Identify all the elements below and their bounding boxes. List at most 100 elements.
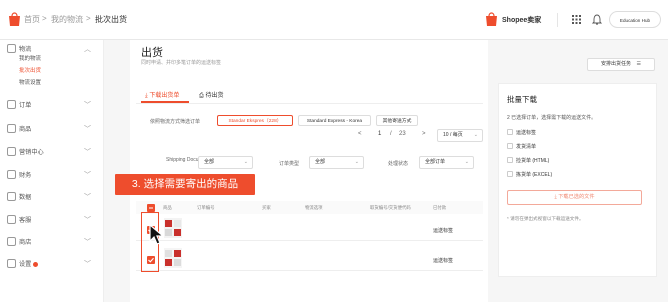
chevron-down-icon: ﹀ — [84, 217, 91, 224]
sidebar-item-label: 物流 — [19, 46, 32, 53]
option-checkbox[interactable] — [507, 129, 513, 135]
select-value: 全部 — [204, 159, 215, 165]
filter-chip-standard-express-korea[interactable]: Standard Express - Korea — [298, 115, 371, 126]
bell-icon[interactable] — [592, 14, 602, 25]
shipping-document-select[interactable]: 全部 ⌄ — [198, 156, 253, 169]
page-subtitle: 同时申请、并印多笔订单的运送标签 — [141, 60, 222, 66]
breadcrumb-separator: > — [42, 14, 47, 23]
sidebar-item-label: 订单 — [19, 102, 32, 109]
sidebar-item-label: 数据 — [19, 194, 32, 201]
chevron-down-icon: ﹀ — [84, 239, 91, 246]
sidebar-item-label: 财务 — [19, 172, 32, 179]
select-value: 全部订单 — [425, 159, 446, 165]
select-value: 全部 — [315, 159, 326, 165]
download-button-label: 下载已选的文件 — [558, 194, 595, 200]
column-header-order-number: 订单编号 — [197, 205, 215, 210]
order-icon — [7, 100, 16, 109]
tab-download-shipping-docs[interactable]: ⤓ 下载出货单 — [145, 90, 179, 100]
service-icon — [7, 215, 16, 224]
option-checkbox[interactable] — [507, 143, 513, 149]
per-page-value: 10 / 每页 — [443, 132, 463, 138]
per-page-select[interactable]: 10 / 每页 ⌄ — [437, 129, 483, 142]
row-divider — [136, 240, 483, 241]
filter-chip-other-methods[interactable]: 其他寄送方式 — [376, 115, 418, 126]
column-header-product: 商品 — [163, 205, 172, 210]
arrange-shipment-task-button[interactable]: 安排出货任务 ☰ — [587, 58, 655, 71]
sidebar-subitem-batch-shipping[interactable]: 批次出货 — [19, 66, 41, 74]
shipping-method-filter-label: 依照物流方式筛选订单 — [150, 119, 201, 125]
current-page: 1 — [378, 131, 382, 137]
sidebar-item-label: 设置 — [19, 259, 39, 268]
option-picklist-excel[interactable]: 拣货单 (EXCEL) — [507, 170, 647, 179]
shopee-bag-icon[interactable] — [8, 12, 21, 27]
chevron-down-icon: ⌄ — [473, 132, 478, 138]
column-header-buyer: 买家 — [262, 205, 271, 210]
sidebar: 物流 ︿ 我的物流 批次出货 物流设置 订单 ﹀ 商品 ﹀ 营销中心 ﹀ 财务 … — [0, 40, 104, 302]
minus-icon — [149, 207, 153, 209]
shipping-label-link[interactable]: 运送标签 — [433, 227, 453, 234]
option-picklist-html[interactable]: 捡货单 (HTML) — [507, 156, 647, 165]
shipping-label-link[interactable]: 运送标签 — [433, 257, 453, 264]
breadcrumb-my-logistics[interactable]: 我的物流 — [51, 14, 83, 25]
cursor-arrow-icon — [149, 223, 165, 245]
tutorial-callout: 3. 选择需要寄出的商品 — [115, 174, 255, 195]
apps-grid-icon[interactable] — [572, 15, 581, 24]
user-account-button[interactable]: Education Hub — [609, 11, 661, 28]
chevron-down-icon: ﹀ — [84, 172, 91, 179]
sidebar-item-orders[interactable]: 订单 ﹀ — [0, 96, 104, 114]
top-bar: 首页 > 我的物流 > 批次出货 Shopee卖家 Education Hub — [0, 0, 668, 40]
divider — [557, 13, 558, 27]
tab-pending-shipment[interactable]: ⎙ 待出货 — [199, 90, 224, 100]
product-thumbnail — [164, 248, 182, 268]
prev-page-button[interactable]: < — [358, 131, 362, 137]
download-icon: ⤓ — [145, 93, 148, 99]
option-shipping-label[interactable]: 运送标签 — [507, 128, 647, 137]
popup-note: * 请勿在弹出式视窗以下载运送文件。 — [507, 216, 584, 221]
sidebar-item-products[interactable]: 商品 ﹀ — [0, 120, 104, 138]
product-icon — [7, 124, 16, 133]
processing-status-filter-label: 处理状态 — [388, 161, 409, 167]
tabs-divider — [136, 103, 483, 104]
bulk-download-description: 2 已选择订单，选择需下载的运送文件。 — [507, 115, 597, 121]
filter-chip-standar-ekspres[interactable]: Standar Ekspres（228） — [217, 115, 293, 126]
sidebar-item-finance[interactable]: 财务 ﹀ — [0, 166, 104, 184]
menu-icon: ☰ — [636, 61, 641, 67]
option-label: 运送标签 — [516, 130, 537, 136]
row-divider — [136, 270, 483, 271]
breadcrumb-home[interactable]: 首页 — [24, 14, 40, 25]
column-header-paid: 已付款 — [433, 205, 447, 210]
sidebar-item-marketing[interactable]: 营销中心 ﹀ — [0, 143, 104, 161]
tab-label: 下载出货单 — [149, 93, 180, 99]
sidebar-subitem-my-logistics[interactable]: 我的物流 — [19, 54, 41, 62]
sidebar-item-logistics[interactable]: 物流 ︿ — [0, 40, 104, 58]
option-label: 捡货单 (HTML) — [516, 158, 550, 164]
notification-dot — [33, 261, 39, 267]
option-checkbox[interactable] — [507, 157, 513, 163]
select-all-checkbox[interactable] — [147, 204, 155, 212]
sidebar-item-shop[interactable]: 商店 ﹀ — [0, 233, 104, 251]
total-pages: 23 — [399, 131, 406, 137]
next-page-button[interactable]: > — [422, 131, 426, 137]
bulk-download-panel — [498, 83, 657, 277]
download-selected-files-button[interactable]: ⤓ 下载已选的文件 — [507, 190, 642, 205]
order-type-select[interactable]: 全部 ⌄ — [309, 156, 364, 169]
option-checkbox[interactable] — [507, 171, 513, 177]
sidebar-item-settings[interactable]: 设置 ﹀ — [0, 255, 104, 273]
sidebar-item-customer-service[interactable]: 客服 ﹀ — [0, 211, 104, 229]
sidebar-subitem-logistics-settings[interactable]: 物流设置 — [19, 78, 41, 86]
printer-icon: ⎙ — [199, 93, 204, 99]
sidebar-item-data[interactable]: 数据 ﹀ — [0, 188, 104, 206]
chevron-down-icon: ﹀ — [84, 149, 91, 156]
marketing-icon — [7, 147, 16, 156]
page-separator: / — [390, 131, 392, 137]
chevron-down-icon: ﹀ — [84, 261, 91, 268]
sidebar-item-label: 营销中心 — [19, 149, 44, 156]
option-packing-list[interactable]: 发货清单 — [507, 142, 647, 151]
brand-name: Shopee卖家 — [502, 17, 542, 24]
processing-status-select[interactable]: 全部订单 ⌄ — [419, 156, 474, 169]
chevron-down-icon: ﹀ — [84, 194, 91, 201]
sidebar-item-label: 商品 — [19, 126, 32, 133]
sidebar-item-label-text: 设置 — [19, 261, 32, 268]
column-header-logistics-option: 物流选项 — [305, 205, 323, 210]
column-header-pickup-code: 取货编号/交货便代码 — [370, 205, 411, 210]
